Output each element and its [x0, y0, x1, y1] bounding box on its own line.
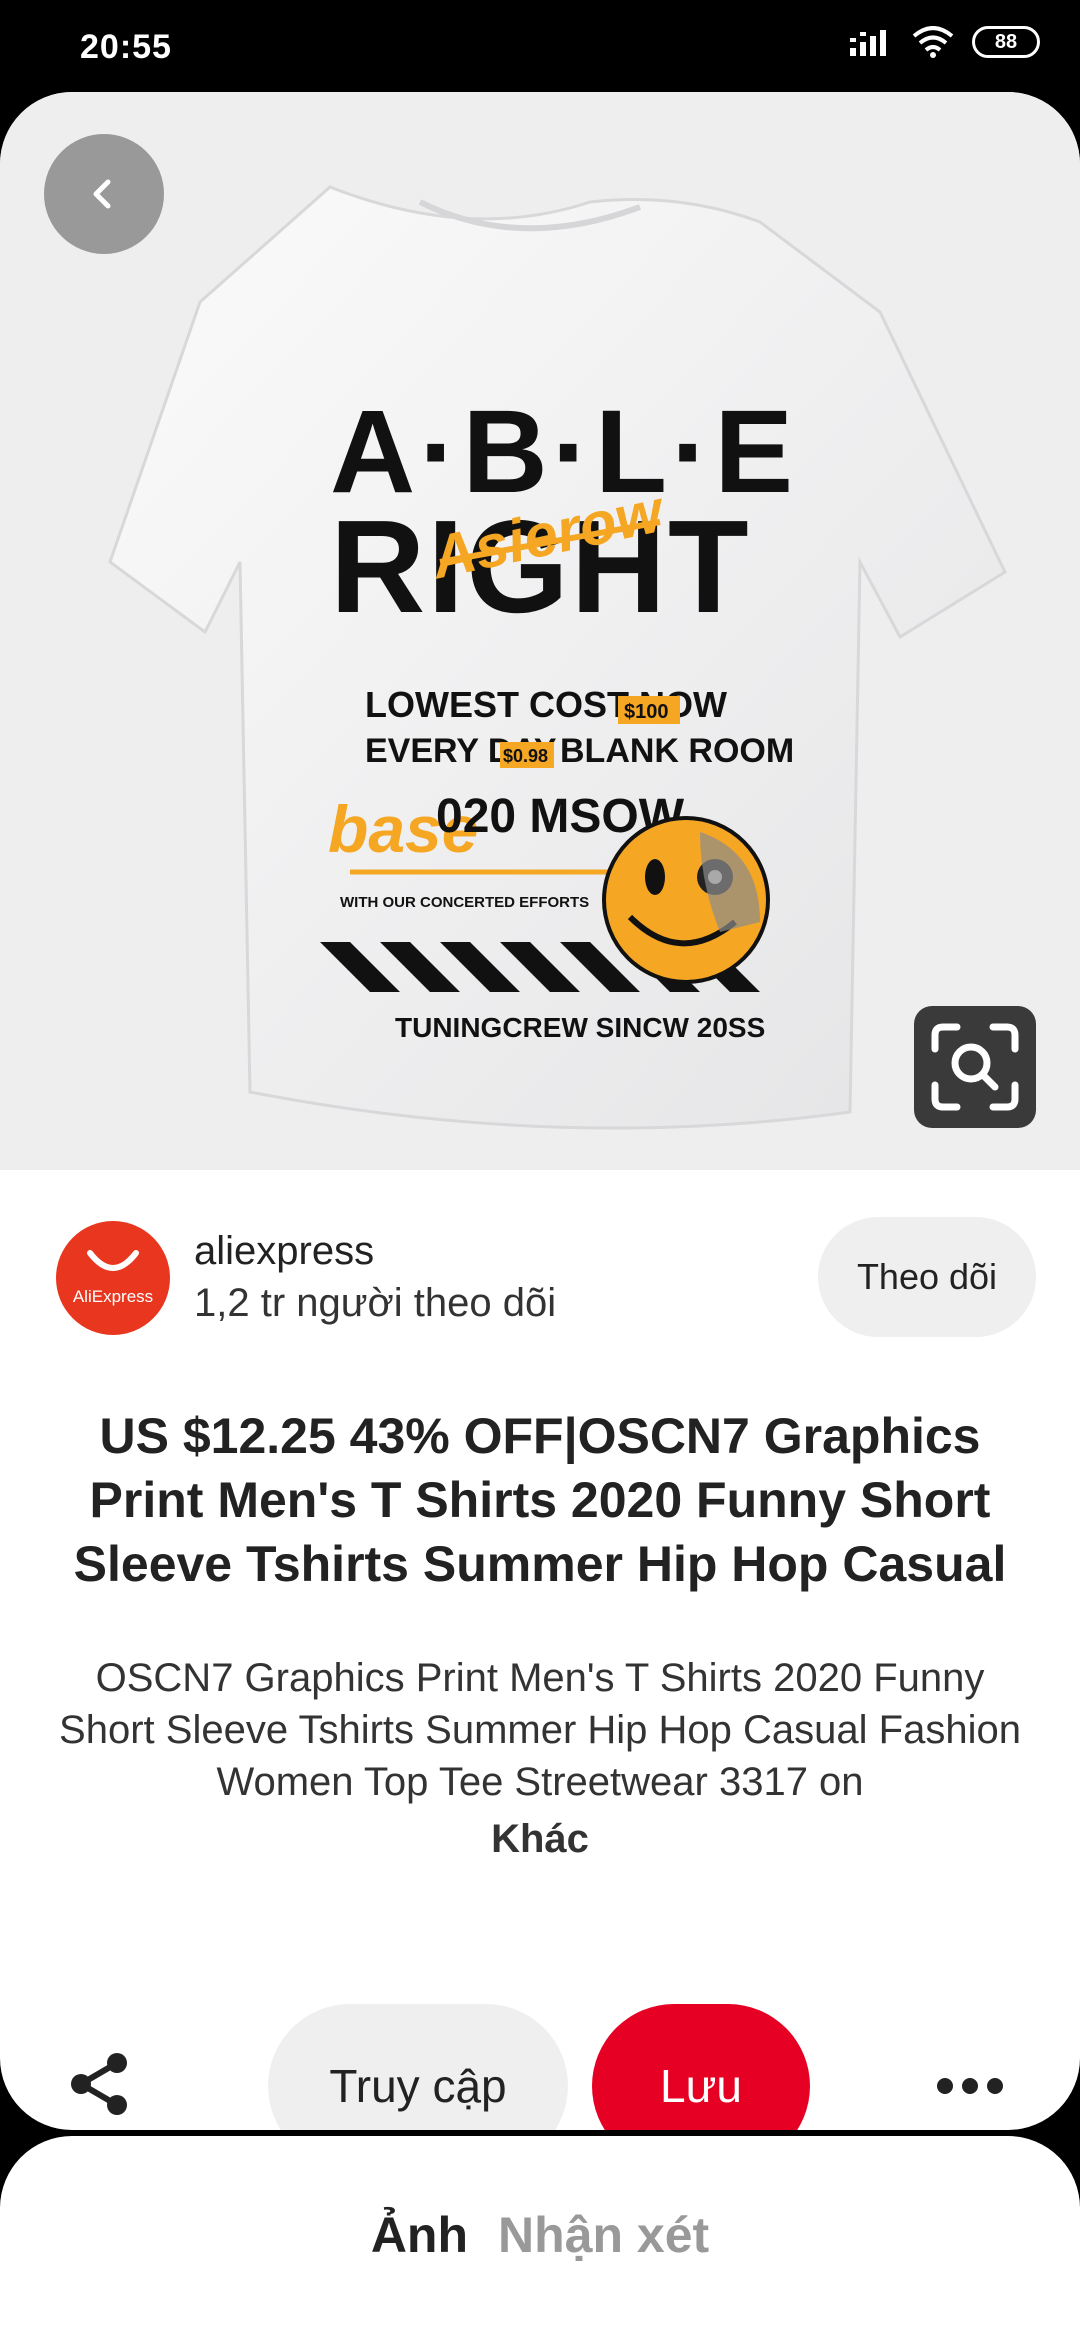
creator-avatar[interactable]: AliExpress: [56, 1221, 170, 1335]
battery-indicator: 88: [972, 26, 1040, 58]
visual-search-button[interactable]: [914, 1006, 1036, 1128]
pin-description: OSCN7 Graphics Print Men's T Shirts 2020…: [59, 1656, 1021, 1804]
save-button[interactable]: Lưu: [592, 2004, 810, 2130]
tshirt-illustration: A·B·L·E RIGHT Asierow LOWEST COST NOW $1…: [108, 185, 1007, 1130]
aliexpress-logo-icon: [87, 1250, 139, 1271]
see-more-link[interactable]: Khác: [0, 1817, 1080, 1862]
print-tag1: $100: [624, 701, 669, 723]
share-icon: [71, 2053, 127, 2115]
back-button[interactable]: [44, 134, 164, 254]
more-dots-icon: [937, 2078, 1003, 2094]
status-icons: 88: [850, 26, 1040, 58]
print-line6: WITH OUR CONCERTED EFFORTS: [340, 894, 589, 911]
visit-button[interactable]: Truy cập: [268, 2004, 568, 2130]
print-line4b: BLANK ROOM: [560, 732, 794, 770]
wifi-icon: [912, 26, 954, 58]
chevron-left-icon: [93, 179, 111, 209]
status-time: 20:55: [80, 28, 172, 66]
details-sheet: Ảnh Nhận xét: [0, 2136, 1080, 2336]
creator-name[interactable]: aliexpress: [194, 1229, 374, 1274]
avatar-logo-text: AliExpress: [72, 1287, 154, 1306]
signal-icon: [850, 30, 886, 56]
detail-tabs: Ảnh Nhận xét: [0, 2206, 1080, 2264]
print-line7: TUNINGCREW SINCW 20SS: [395, 1012, 765, 1043]
share-button[interactable]: [60, 2044, 140, 2124]
more-options-button[interactable]: [930, 2056, 1010, 2116]
pin-image[interactable]: A·B·L·E RIGHT Asierow LOWEST COST NOW $1…: [0, 92, 1080, 1170]
pin-title: US $12.25 43% OFF|OSCN7 Graphics Print M…: [73, 1408, 1007, 1592]
visual-search-icon: [931, 1023, 1019, 1111]
creator-followers: 1,2 tr người theo dõi: [194, 1281, 557, 1325]
action-bar: Truy cập Lưu: [0, 2002, 1080, 2130]
print-tag2: $0.98: [503, 746, 548, 766]
follow-button[interactable]: Theo dõi: [818, 1217, 1036, 1337]
pin-card: A·B·L·E RIGHT Asierow LOWEST COST NOW $1…: [0, 92, 1080, 2130]
status-bar: 20:55 88: [0, 0, 1080, 92]
tab-comments[interactable]: Nhận xét: [498, 2206, 709, 2264]
creator-row: AliExpress aliexpress 1,2 tr người theo …: [56, 1217, 1036, 1347]
tab-photo[interactable]: Ảnh: [371, 2206, 468, 2264]
